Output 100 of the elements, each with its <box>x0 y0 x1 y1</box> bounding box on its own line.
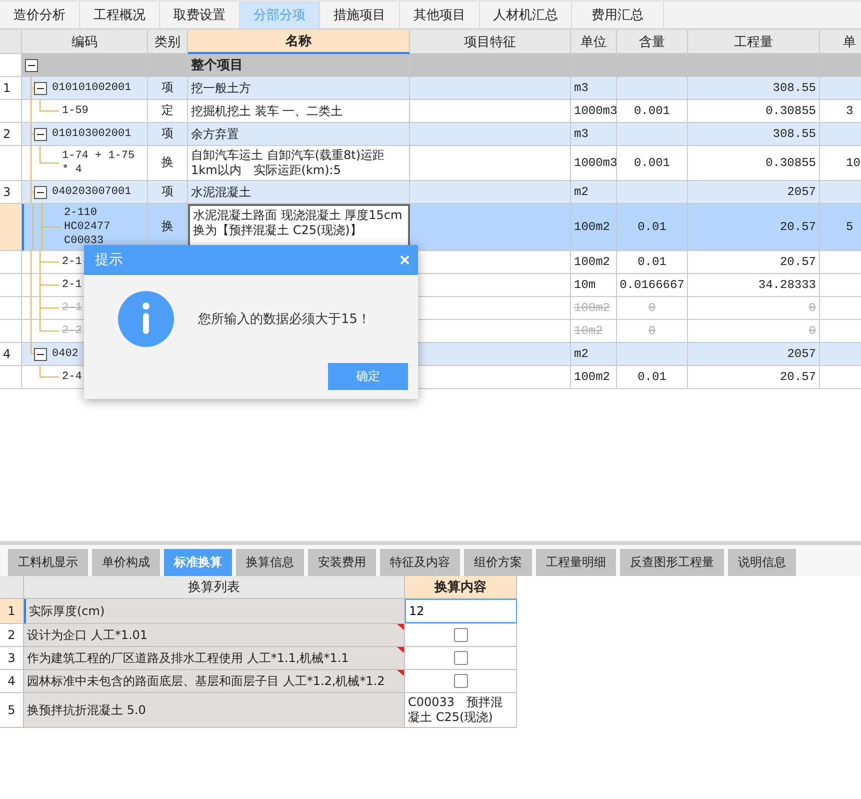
table-cell: 0 <box>688 297 820 320</box>
code-text: 010101002001 <box>52 81 132 96</box>
table-cell: 挖掘机挖土 装车 一、二类土 <box>188 100 410 123</box>
table-cell: 100m2 <box>571 297 617 320</box>
collapse-icon[interactable] <box>25 59 38 72</box>
table-cell: 0.30855 <box>688 100 820 123</box>
tab[interactable]: 特征及内容 <box>380 549 460 576</box>
column-header[interactable]: 单位 <box>571 30 617 54</box>
tab[interactable]: 工程量明细 <box>536 549 616 576</box>
column-header[interactable]: 项目特征 <box>410 30 571 54</box>
table-cell: 20.57 <box>688 366 820 389</box>
table-cell: m2 <box>571 343 617 366</box>
code-text: 2-1 <box>62 278 82 293</box>
row-number: 3 <box>0 181 22 204</box>
table-cell: 0.30855 <box>688 146 820 181</box>
row-label: 园林标准中未包含的路面底层、基层和面层子目 人工*1.2,机械*1.2 <box>27 674 385 688</box>
table-cell: 2 <box>0 624 24 647</box>
tab[interactable]: 单价构成 <box>92 549 160 576</box>
row-label: 实际厚度(cm) <box>29 604 105 618</box>
table-cell: 自卸汽车运土 自卸汽车(载重8t)运距1km以内 实际运距(km):5 <box>188 146 410 181</box>
tab[interactable]: 工料机显示 <box>8 549 88 576</box>
tab[interactable]: 措施项目 <box>320 2 400 28</box>
table-cell: 5 <box>0 693 24 728</box>
table-cell: 0.0166667 <box>617 274 688 297</box>
table-cell: 2057 <box>688 181 820 204</box>
table-cell: 1000m3 <box>571 100 617 123</box>
table-cell: 308.55 <box>688 77 820 100</box>
table-cell: C00033 预拌混凝土 C25(现浇) <box>405 693 517 728</box>
table-cell: 0.001 <box>617 100 688 123</box>
table-cell: 20.57 <box>688 251 820 274</box>
collapse-icon[interactable] <box>34 348 47 361</box>
tab[interactable]: 组价方案 <box>464 549 532 576</box>
table-cell: 4 <box>0 670 24 693</box>
table-cell <box>571 54 617 77</box>
table-cell <box>617 123 688 146</box>
code-text: 2-4 <box>62 370 82 385</box>
table-cell: 2057 <box>688 343 820 366</box>
code-text: 0402 <box>52 347 78 362</box>
table-cell: 34.28333 <box>688 274 820 297</box>
checkbox[interactable] <box>454 628 468 642</box>
column-header[interactable]: 名称 <box>188 30 410 54</box>
tab[interactable]: 人材机汇总 <box>480 2 572 28</box>
table-cell <box>617 181 688 204</box>
table-cell: 100m2 <box>571 204 617 251</box>
table-cell: 换 <box>148 146 188 181</box>
table-cell: 余方弃置 <box>188 123 410 146</box>
code-text: 040203007001 <box>52 185 132 200</box>
dialog-message: 您所输入的数据必须大于15！ <box>198 311 371 328</box>
column-header[interactable]: 工程量 <box>688 30 820 54</box>
table-cell: 换算内容 <box>405 576 517 599</box>
column-header[interactable]: 含量 <box>617 30 688 54</box>
table-cell: 10m2 <box>571 320 617 343</box>
input-field[interactable]: 12 <box>405 599 517 623</box>
table-cell: 100m2 <box>571 251 617 274</box>
table-cell <box>617 77 688 100</box>
info-icon <box>118 291 174 347</box>
code-text: 2-1 <box>62 301 82 316</box>
table-cell: m2 <box>571 181 617 204</box>
row-label: 设计为企口 人工*1.01 <box>27 628 148 642</box>
table-cell: 1 <box>0 599 24 624</box>
tab[interactable]: 安装费用 <box>308 549 376 576</box>
table-cell: 定 <box>148 100 188 123</box>
table-cell: 308.55 <box>688 123 820 146</box>
table-cell: 换算列表 <box>24 576 405 599</box>
table-cell: 项 <box>148 123 188 146</box>
table-cell: 0.01 <box>617 366 688 389</box>
column-header[interactable]: 类别 <box>148 30 188 54</box>
table-cell: 水泥混凝土 <box>188 181 410 204</box>
table-cell: 10m <box>571 274 617 297</box>
table-cell: 0 <box>617 297 688 320</box>
tab[interactable]: 费用汇总 <box>572 2 664 28</box>
code-text: 2-1 <box>62 255 82 270</box>
dialog-title: 提示 <box>95 251 123 269</box>
row-number: 4 <box>0 343 22 366</box>
column-header[interactable]: 编码 <box>22 30 148 54</box>
checkbox[interactable] <box>454 674 468 688</box>
table-cell: 0 <box>688 320 820 343</box>
table-cell: 0 <box>617 320 688 343</box>
row-number: 2 <box>0 123 22 146</box>
tab[interactable]: 反查图形工程量 <box>620 549 724 576</box>
table-cell: 0.01 <box>617 251 688 274</box>
tab[interactable]: 工程概况 <box>80 2 160 28</box>
row-label: 作为建筑工程的厂区道路及排水工程使用 人工*1.1,机械*1.1 <box>27 650 349 666</box>
table-cell: 0.001 <box>617 146 688 181</box>
collapse-icon[interactable] <box>34 82 47 95</box>
column-header[interactable]: 单 <box>820 30 861 54</box>
code-text: 2-2 <box>62 324 82 339</box>
table-cell: m3 <box>571 123 617 146</box>
table-cell: 20.57 <box>688 204 820 251</box>
table-cell: 5 <box>820 204 861 251</box>
collapse-icon[interactable] <box>34 186 47 199</box>
tab[interactable]: 换算信息 <box>236 549 304 576</box>
checkbox[interactable] <box>454 651 468 665</box>
collapse-icon[interactable] <box>34 128 47 141</box>
code-text: 1-59 <box>62 104 88 119</box>
tab[interactable]: 造价分析 <box>0 2 80 28</box>
tab[interactable]: 说明信息 <box>728 549 796 576</box>
row-label: 换预拌抗折混凝土 5.0 <box>27 702 146 718</box>
tree-connector <box>30 297 59 319</box>
tab[interactable]: 其他项目 <box>400 2 480 28</box>
